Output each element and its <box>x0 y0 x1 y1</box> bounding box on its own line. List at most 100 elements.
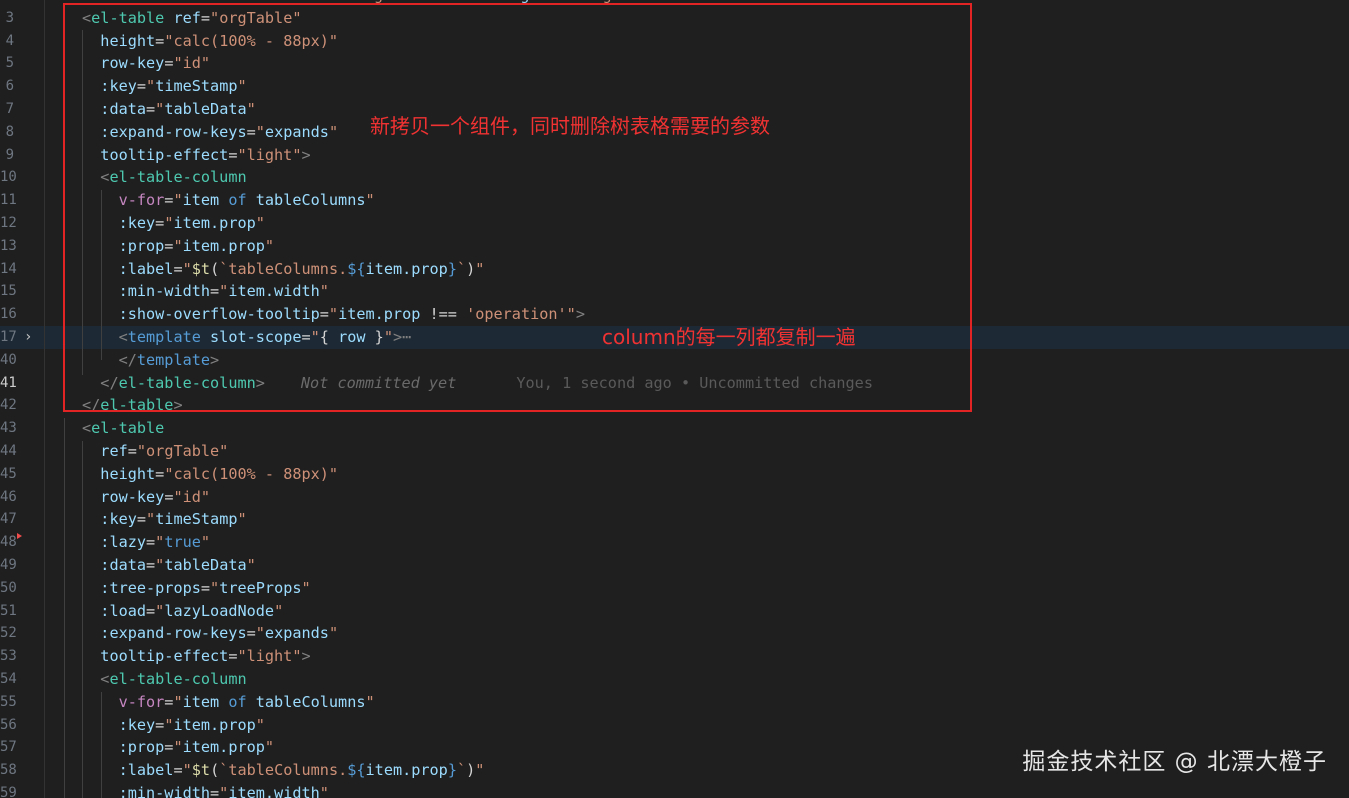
code-token: " <box>173 738 183 757</box>
line-number: 7 <box>5 101 14 117</box>
code-token: el-table <box>91 419 165 438</box>
code-token: of <box>219 692 256 711</box>
code-token: timeStamp <box>155 510 238 529</box>
code-text: :tree-props="treeProps" <box>82 577 311 600</box>
fold-chevron-icon[interactable]: › <box>24 326 32 349</box>
code-token: item.width <box>228 784 320 798</box>
code-token: item.prop <box>182 738 265 757</box>
indent-guide <box>64 418 65 798</box>
code-token: " <box>182 761 192 780</box>
code-token: " <box>319 784 329 798</box>
code-line[interactable]: 56 :key="item.prop" <box>0 714 1349 737</box>
code-token: $t <box>191 761 211 780</box>
line-number: 4 <box>5 32 14 49</box>
line-number: 12 <box>0 215 17 231</box>
code-token: "light" <box>237 647 302 666</box>
code-line[interactable]: 47 :key="timeStamp" <box>0 508 1349 531</box>
line-number: 57 <box>0 739 17 756</box>
line-number: 54 <box>0 671 17 687</box>
annotation-box <box>63 3 972 412</box>
code-token: true <box>164 533 201 552</box>
code-token: item.prop <box>173 715 256 734</box>
line-number: 10 <box>0 169 17 186</box>
code-line[interactable]: 44 ref="orgTable" <box>0 440 1349 463</box>
code-token: tooltip-effect <box>100 647 229 666</box>
code-token: " <box>301 578 311 597</box>
line-number: 13 <box>0 237 17 254</box>
line-number: 6 <box>5 78 14 95</box>
gutter-divider <box>44 0 45 798</box>
line-number: 41 <box>0 374 17 391</box>
code-token: ( <box>210 761 220 780</box>
annotation-note-copy-component: 新拷贝一个组件，同时删除树表格需要的参数 <box>370 114 770 138</box>
code-token: = <box>173 761 183 780</box>
code-line[interactable]: 55 v-for="item of tableColumns" <box>0 691 1349 714</box>
code-line[interactable]: 54 <el-table-column <box>0 668 1349 691</box>
line-number: 58 <box>0 762 17 779</box>
code-line[interactable]: 43 <el-table <box>0 417 1349 440</box>
code-token: " <box>274 601 284 620</box>
code-token: treeProps <box>219 578 302 597</box>
code-token: " <box>255 715 265 734</box>
code-line[interactable]: 49 :data="tableData" <box>0 554 1349 577</box>
git-deleted-marker-icon[interactable] <box>17 533 22 540</box>
code-token: item <box>182 692 220 711</box>
line-number: 56 <box>0 716 17 733</box>
line-number: 48 <box>0 534 17 551</box>
code-token: item.prop <box>365 761 448 780</box>
code-token: < <box>82 419 92 438</box>
code-line[interactable]: 50 :tree-props="treeProps" <box>0 577 1349 600</box>
code-text: v-for="item of tableColumns" <box>82 691 375 714</box>
code-text: :min-width="item.width" <box>82 782 329 798</box>
annotation-note-copy-columns: column的每一列都复制一遍 <box>602 325 856 349</box>
code-token: ref <box>100 442 128 460</box>
code-line[interactable]: 48 :lazy="true" <box>0 531 1349 554</box>
code-token: " <box>146 510 156 529</box>
code-token: `tableColumns. <box>219 761 348 780</box>
code-text: <el-table <box>82 417 164 440</box>
code-text: :load="lazyLoadNode" <box>82 600 283 623</box>
code-line[interactable]: 52 :expand-row-keys="expands" <box>0 622 1349 645</box>
code-token: :expand-row-keys <box>100 624 247 643</box>
line-number: 52 <box>0 625 17 642</box>
code-line[interactable]: 51 :load="lazyLoadNode" <box>0 600 1349 623</box>
code-editor[interactable]: <el-table v-if="activeName === 'orgTree'… <box>0 0 1349 798</box>
indent-guide <box>82 441 83 798</box>
code-token: :prop <box>118 738 165 757</box>
code-text: :prop="item.prop" <box>82 736 274 759</box>
code-line[interactable]: 53 tooltip-effect="light"> <box>0 645 1349 668</box>
line-number: 17 <box>0 329 17 345</box>
indent-guide <box>101 692 102 798</box>
code-token: } <box>447 761 457 780</box>
code-token: :min-width <box>118 784 211 798</box>
code-token: v-for <box>118 692 165 711</box>
code-token: tableData <box>164 556 247 574</box>
code-token: el-table-column <box>109 670 247 688</box>
line-number: 55 <box>0 693 17 710</box>
code-token: " <box>155 601 165 620</box>
code-token: ` <box>456 761 467 780</box>
code-token: " <box>246 556 256 574</box>
line-number: 8 <box>5 123 14 140</box>
code-text: :key="item.prop" <box>82 714 265 737</box>
line-number: 45 <box>0 465 17 482</box>
code-token: " <box>264 738 275 757</box>
code-token: height <box>100 464 156 483</box>
line-number: 11 <box>0 192 17 209</box>
code-token: = <box>127 442 137 460</box>
code-token: " <box>475 761 485 780</box>
code-line[interactable]: 45 height="calc(100% - 88px)" <box>0 463 1349 486</box>
code-token: :lazy <box>100 533 147 552</box>
line-number: 3 <box>5 9 14 26</box>
code-line[interactable]: 46 row-key="id" <box>0 486 1349 509</box>
code-token: = <box>155 715 165 734</box>
code-token: = <box>155 464 165 483</box>
code-token: " <box>255 624 265 643</box>
code-token: = <box>246 624 256 643</box>
code-line[interactable]: 59 :min-width="item.width" <box>0 782 1349 798</box>
